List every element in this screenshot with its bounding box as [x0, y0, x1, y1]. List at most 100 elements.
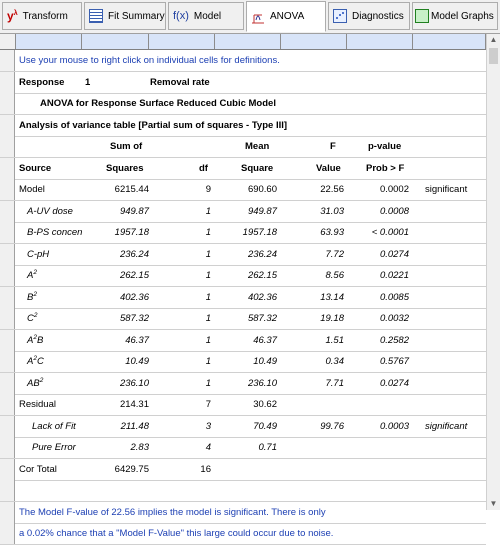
column-header-row[interactable]: Sum of Mean Fp-value: [0, 136, 486, 158]
table-row[interactable]: Pure Error 2.83 4 0.71: [0, 437, 486, 459]
source-cell[interactable]: B-PS concen: [27, 222, 82, 243]
table-row[interactable]: AB2 236.10 1 236.10 7.71 0.0274: [0, 372, 486, 395]
mean-cell[interactable]: 30.62: [215, 394, 277, 415]
grid-column-header[interactable]: [347, 34, 413, 49]
sum-cell[interactable]: 6429.75: [82, 459, 149, 480]
table-row[interactable]: Model 6215.44 9 690.60 22.56 0.0002 significan…: [0, 179, 486, 201]
footer-row[interactable]: a 0.02% chance that a "Model F-Value" th…: [0, 523, 486, 545]
table-title[interactable]: Analysis of variance table [Partial sum …: [19, 115, 287, 136]
grid-corner[interactable]: [0, 34, 16, 49]
hint-text[interactable]: Use your mouse to right click on individ…: [19, 50, 280, 71]
header-p[interactable]: p-value: [368, 136, 401, 157]
source-cell[interactable]: C-pH: [27, 244, 49, 265]
header-f[interactable]: F: [330, 136, 336, 157]
sum-cell[interactable]: 262.15: [82, 265, 149, 286]
grid-column-header[interactable]: [16, 34, 82, 49]
df-cell[interactable]: 1: [149, 244, 211, 265]
sum-cell[interactable]: 46.37: [82, 330, 149, 351]
table-row[interactable]: Cor Total 6429.75 16: [0, 458, 486, 481]
df-cell[interactable]: 1: [149, 287, 211, 308]
table-row[interactable]: A2C 10.49 1 10.49 0.34 0.5767: [0, 351, 486, 373]
vertical-scrollbar[interactable]: ▲ ▼: [486, 34, 500, 510]
mean-cell[interactable]: 587.32: [215, 308, 277, 329]
note-cell[interactable]: significant: [425, 416, 467, 437]
f-cell[interactable]: 63.93: [281, 222, 344, 243]
row-header[interactable]: [0, 394, 15, 415]
source-cell[interactable]: Residual: [19, 394, 56, 415]
df-cell[interactable]: 1: [149, 265, 211, 286]
grid-column-header[interactable]: [413, 34, 486, 49]
f-cell[interactable]: [281, 459, 344, 480]
p-cell[interactable]: 0.0003: [347, 416, 409, 437]
sum-cell[interactable]: 214.31: [82, 394, 149, 415]
header-squares[interactable]: Squares: [106, 158, 144, 179]
response-name[interactable]: Removal rate: [150, 72, 210, 93]
response-label[interactable]: Response: [19, 72, 64, 93]
mean-cell[interactable]: 949.87: [215, 201, 277, 222]
row-header[interactable]: [0, 265, 15, 286]
p-cell[interactable]: 0.0085: [347, 287, 409, 308]
p-cell[interactable]: 0.0002: [347, 179, 409, 200]
mean-cell[interactable]: 402.36: [215, 287, 277, 308]
row-header[interactable]: [0, 157, 15, 179]
header-mean[interactable]: Mean: [245, 136, 269, 157]
source-cell[interactable]: B2: [27, 287, 37, 308]
df-cell[interactable]: 9: [149, 179, 211, 200]
row-header[interactable]: [0, 480, 15, 501]
sum-cell[interactable]: 2.83: [82, 437, 150, 458]
anova-title[interactable]: ANOVA for Response Surface Reduced Cubic…: [40, 93, 276, 114]
header-value[interactable]: Value: [316, 158, 341, 179]
scroll-thumb[interactable]: [489, 48, 498, 64]
df-cell[interactable]: 1: [149, 222, 211, 243]
table-row[interactable]: A-UV dose 949.87 1 949.87 31.03 0.0008: [0, 200, 486, 223]
tab-anova[interactable]: ANOVA: [246, 1, 326, 32]
row-header[interactable]: [0, 501, 15, 523]
table-title-row[interactable]: Analysis of variance table [Partial sum …: [0, 114, 486, 137]
sum-cell[interactable]: 236.10: [82, 373, 149, 394]
table-row[interactable]: B-PS concen 1957.18 1 1957.18 63.93 < 0.0001: [0, 222, 486, 244]
row-header[interactable]: [0, 437, 15, 458]
p-cell[interactable]: 0.5767: [347, 351, 409, 372]
row-header[interactable]: [0, 243, 15, 265]
scroll-up-icon[interactable]: ▲: [487, 34, 500, 46]
f-cell[interactable]: 0.34: [281, 351, 345, 372]
df-cell[interactable]: 3: [149, 416, 211, 437]
mean-cell[interactable]: 46.37: [215, 330, 277, 351]
anova-title-row[interactable]: ANOVA for Response Surface Reduced Cubic…: [0, 93, 486, 115]
header-prob[interactable]: Prob > F: [366, 158, 404, 179]
source-cell[interactable]: Pure Error: [32, 437, 76, 458]
f-cell[interactable]: 19.18: [281, 308, 344, 329]
p-cell[interactable]: [347, 459, 409, 480]
table-row[interactable]: A2 262.15 1 262.15 8.56 0.0221: [0, 265, 486, 287]
source-cell[interactable]: Model: [19, 179, 45, 200]
table-row[interactable]: Residual 214.31 7 30.62: [0, 394, 486, 416]
df-cell[interactable]: 1: [149, 201, 211, 222]
table-row[interactable]: B2 402.36 1 402.36 13.14 0.0085: [0, 286, 486, 309]
response-number[interactable]: 1: [85, 72, 90, 93]
grid-column-header[interactable]: [215, 34, 281, 49]
mean-cell[interactable]: 70.49: [215, 416, 277, 437]
sum-cell[interactable]: 1957.18: [82, 222, 149, 243]
row-header[interactable]: [0, 136, 15, 157]
header-sum[interactable]: Sum of: [110, 136, 142, 157]
p-cell[interactable]: < 0.0001: [347, 222, 409, 243]
blank-row[interactable]: [0, 480, 486, 502]
tab-model[interactable]: f(x) Model: [168, 2, 244, 30]
response-row[interactable]: Response 1 Removal rate: [0, 71, 486, 94]
sum-cell[interactable]: 949.87: [82, 201, 149, 222]
table-row[interactable]: A2B 46.37 1 46.37 1.51 0.2582: [0, 329, 486, 352]
mean-cell[interactable]: 690.60: [215, 179, 277, 200]
tab-fit-summary[interactable]: Fit Summary: [84, 2, 166, 30]
column-header-row[interactable]: Source Squares df Square Value Prob > F: [0, 157, 486, 180]
row-header[interactable]: [0, 114, 15, 136]
source-cell[interactable]: Cor Total: [19, 459, 57, 480]
table-row[interactable]: Lack of Fit 211.48 3 70.49 99.76 0.0003 signif…: [0, 415, 486, 438]
mean-cell[interactable]: 236.24: [215, 244, 277, 265]
hint-row[interactable]: Use your mouse to right click on individ…: [0, 50, 486, 72]
row-header[interactable]: [0, 351, 15, 372]
sum-cell[interactable]: 10.49: [82, 351, 149, 372]
f-cell[interactable]: 7.71: [281, 373, 345, 394]
grid-column-header[interactable]: [82, 34, 149, 49]
row-header[interactable]: [0, 329, 15, 351]
sum-cell[interactable]: 211.48: [82, 416, 149, 437]
